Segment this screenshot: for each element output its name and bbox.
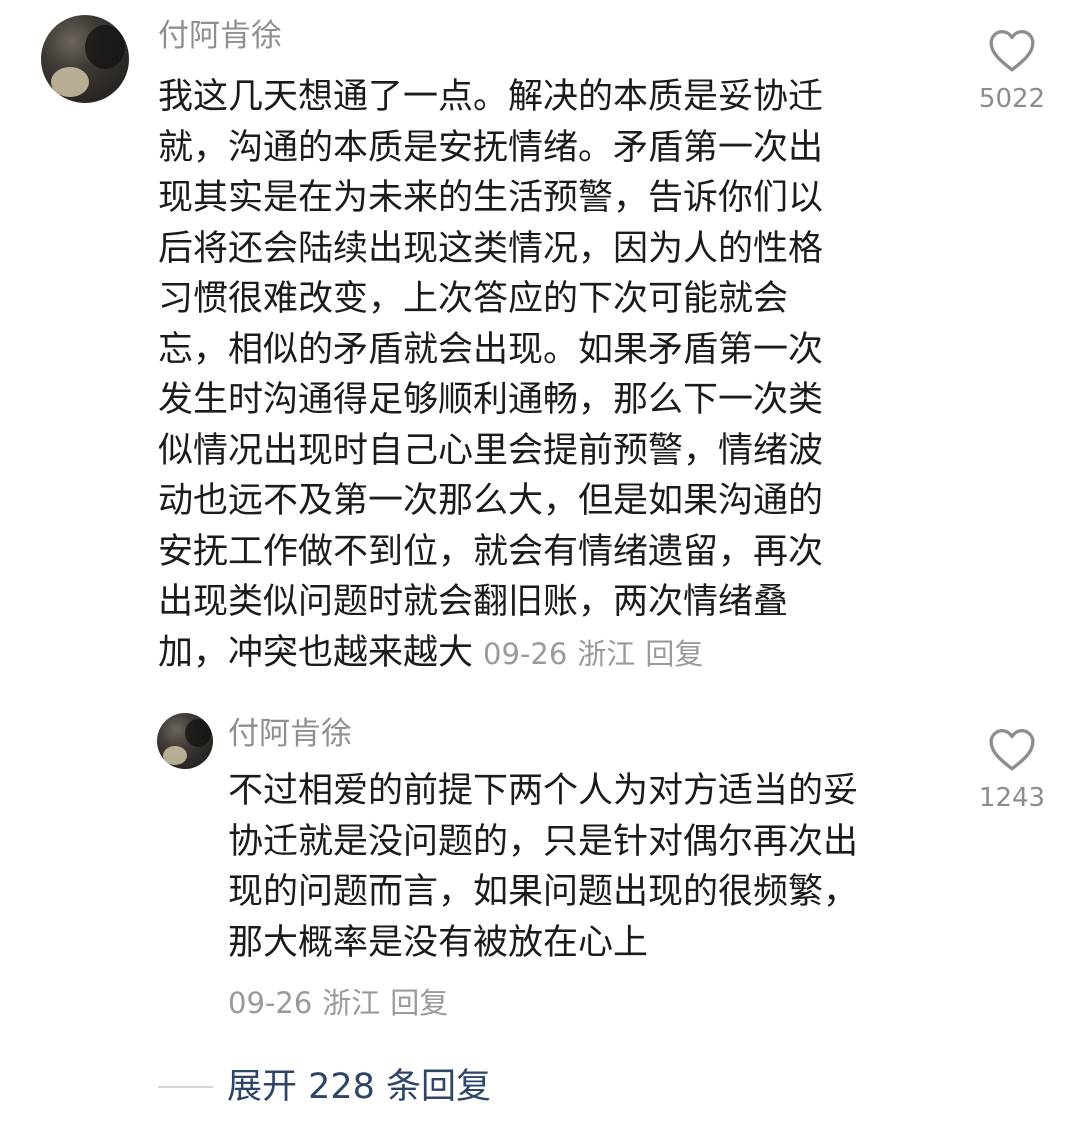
avatar[interactable]	[157, 713, 213, 769]
expand-replies-label: 展开 228 条回复	[227, 1067, 492, 1107]
reply-line: 那大概率是没有被放在心上	[228, 922, 649, 963]
comment-meta: 09-26 浙江 回复	[473, 637, 703, 671]
username[interactable]: 付阿肯徐	[228, 714, 352, 754]
comment-line: 加，冲突也越来越大	[158, 632, 474, 673]
comment-line: 我这几天想通了一点。解决的本质是妥协迁	[158, 77, 824, 117]
heart-outline-icon	[989, 29, 1035, 72]
comment-line: 忘，相似的矛盾就会出现。如果矛盾第一次	[158, 329, 824, 370]
comment-date: 09-26	[483, 636, 568, 671]
reply-button[interactable]: 回复	[645, 637, 703, 671]
comment-line: 安抚工作做不到位，就会有情绪遗留，再次	[158, 531, 824, 572]
reply-date: 09-26	[228, 986, 313, 1020]
reply-meta: 09-26 浙江 回复	[228, 983, 448, 1023]
like-count: 1243	[978, 783, 1046, 813]
like-button[interactable]: 5022	[977, 27, 1047, 115]
heart-outline-icon	[989, 729, 1035, 771]
comment-text: 我这几天想通了一点。解决的本质是妥协迁 就，沟通的本质是安抚情绪。矛盾第一次出 …	[158, 72, 918, 679]
divider	[158, 1086, 213, 1088]
reply-location: 浙江	[322, 986, 381, 1020]
like-button[interactable]: 1243	[977, 726, 1047, 814]
expand-replies-button[interactable]: 展开 228 条回复	[158, 1064, 491, 1110]
comment-line: 现其实是在为未来的生活预警，告诉你们以	[158, 178, 824, 218]
reply-line: 不过相爱的前提下两个人为对方适当的妥	[228, 771, 859, 811]
reply-text: 不过相爱的前提下两个人为对方适当的妥 协迁就是没问题的，只是针对偶尔再次出 现的…	[228, 766, 938, 968]
avatar[interactable]	[41, 15, 129, 103]
comment-line: 出现类似问题时就会翻旧账，两次情绪叠	[158, 582, 789, 622]
reply-button[interactable]: 回复	[390, 986, 448, 1020]
comment-location: 浙江	[577, 636, 636, 671]
reply-line: 协迁就是没问题的，只是针对偶尔再次出	[228, 821, 859, 862]
like-count: 5022	[978, 84, 1046, 114]
comment-last-line: 加，冲突也越来越大 09-26 浙江 回复	[158, 628, 918, 680]
comment-line: 就，沟通的本质是安抚情绪。矛盾第一次出	[158, 127, 824, 168]
username[interactable]: 付阿肯徐	[158, 16, 282, 56]
comment-line: 后将还会陆续出现这类情况，因为人的性格	[158, 228, 824, 269]
comment-line: 动也远不及第一次那么大，但是如果沟通的	[158, 481, 824, 521]
comment-line: 发生时沟通得足够顺利通畅，那么下一次类	[158, 380, 824, 420]
reply-line: 现的问题而言，如果问题出现的很频繁，	[228, 872, 859, 912]
comment-line: 似情况出现时自己心里会提前预警，情绪波	[158, 430, 824, 471]
comment-line: 习惯很难改变，上次答应的下次可能就会	[158, 279, 789, 319]
